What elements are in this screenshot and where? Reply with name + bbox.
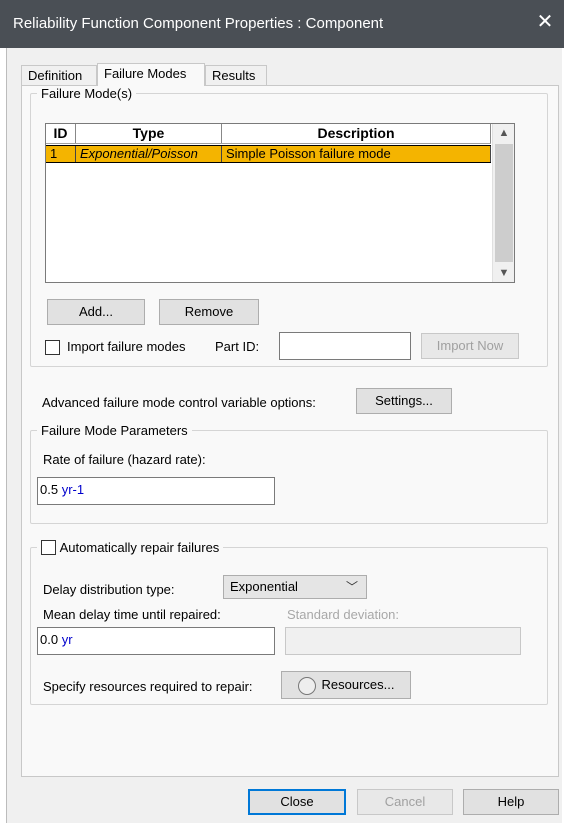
dialog-body: Definition Failure Modes Results Failure… (6, 48, 562, 823)
mean-delay-input[interactable]: 0.0 yr (37, 627, 275, 656)
rate-of-failure-label: Rate of failure (hazard rate): (43, 452, 206, 467)
tab-failure-modes[interactable]: Failure Modes (97, 63, 205, 86)
standard-deviation-input[interactable] (285, 627, 521, 656)
failure-modes-group: Failure Mode(s) ID Type Description 1 Ex… (30, 86, 548, 367)
import-failure-modes-checkbox[interactable] (45, 340, 60, 355)
table-header: ID Type Description (46, 124, 491, 144)
row-id: 1 (46, 146, 76, 162)
rate-unit: yr-1 (61, 482, 85, 497)
failure-modes-legend: Failure Mode(s) (41, 86, 133, 101)
auto-repair-label: Automatically repair failures (59, 540, 220, 556)
repair-legend: Automatically repair failures (37, 539, 223, 556)
chevron-down-icon: ﹀ (345, 580, 358, 595)
resources-prompt-label: Specify resources required to repair: (43, 679, 253, 695)
cancel-button[interactable]: Cancel (357, 789, 453, 815)
failure-mode-parameters-group: Failure Mode Parameters Rate of failure … (30, 423, 548, 524)
tab-definition[interactable]: Definition (21, 65, 97, 85)
close-button[interactable]: Close (248, 789, 346, 815)
scroll-thumb[interactable] (495, 144, 513, 262)
standard-deviation-label: Standard deviation: (287, 607, 400, 623)
help-button[interactable]: Help (463, 789, 559, 815)
repair-group: Automatically repair failures Delay dist… (30, 539, 548, 705)
advanced-options-label: Advanced failure mode control variable o… (42, 395, 316, 410)
auto-repair-checkbox[interactable] (41, 540, 56, 556)
tab-results[interactable]: Results (205, 65, 267, 85)
delay-distribution-select[interactable]: Exponential ﹀ (223, 575, 367, 600)
mean-delay-unit: yr (61, 632, 73, 648)
title-bar: Reliability Function Component Propertie… (0, 0, 564, 48)
rate-of-failure-input[interactable]: 0.5 yr-1 (37, 477, 275, 505)
resources-icon (297, 676, 316, 695)
settings-button[interactable]: Settings... (356, 388, 452, 414)
mean-delay-value: 0.0 (40, 632, 59, 648)
row-type: Exponential/Poisson (76, 146, 222, 162)
window-title: Reliability Function Component Propertie… (13, 15, 384, 32)
rate-value: 0.5 (40, 482, 59, 497)
column-header-description[interactable]: Description (222, 124, 491, 143)
delay-distribution-label: Delay distribution type: (43, 582, 175, 598)
failure-mode-parameters-legend: Failure Mode Parameters (41, 423, 188, 438)
resources-button[interactable]: Resources... (281, 671, 411, 700)
vertical-scrollbar[interactable]: ▲ ▼ (492, 124, 514, 282)
add-failure-mode-button[interactable]: Add... (47, 299, 145, 325)
close-icon[interactable]: ✕ (534, 11, 556, 33)
row-description: Simple Poisson failure mode (222, 146, 491, 162)
scroll-up-icon[interactable]: ▲ (493, 124, 515, 142)
part-id-input[interactable] (279, 332, 411, 360)
part-id-label: Part ID: (215, 339, 260, 354)
table-row[interactable]: 1 Exponential/Poisson Simple Poisson fai… (46, 145, 491, 163)
failure-modes-table[interactable]: ID Type Description 1 Exponential/Poisso… (45, 123, 515, 283)
remove-failure-mode-button[interactable]: Remove (159, 299, 259, 325)
resources-button-label: Resources... (321, 677, 395, 693)
failure-modes-panel: Failure Mode(s) ID Type Description 1 Ex… (21, 85, 559, 777)
mean-delay-label: Mean delay time until repaired: (43, 607, 221, 623)
import-failure-modes-label: Import failure modes (67, 339, 186, 354)
column-header-id[interactable]: ID (46, 124, 76, 143)
delay-distribution-value: Exponential (230, 579, 298, 595)
import-now-button[interactable]: Import Now (421, 333, 519, 359)
scroll-down-icon[interactable]: ▼ (493, 264, 515, 282)
column-header-type[interactable]: Type (76, 124, 222, 143)
